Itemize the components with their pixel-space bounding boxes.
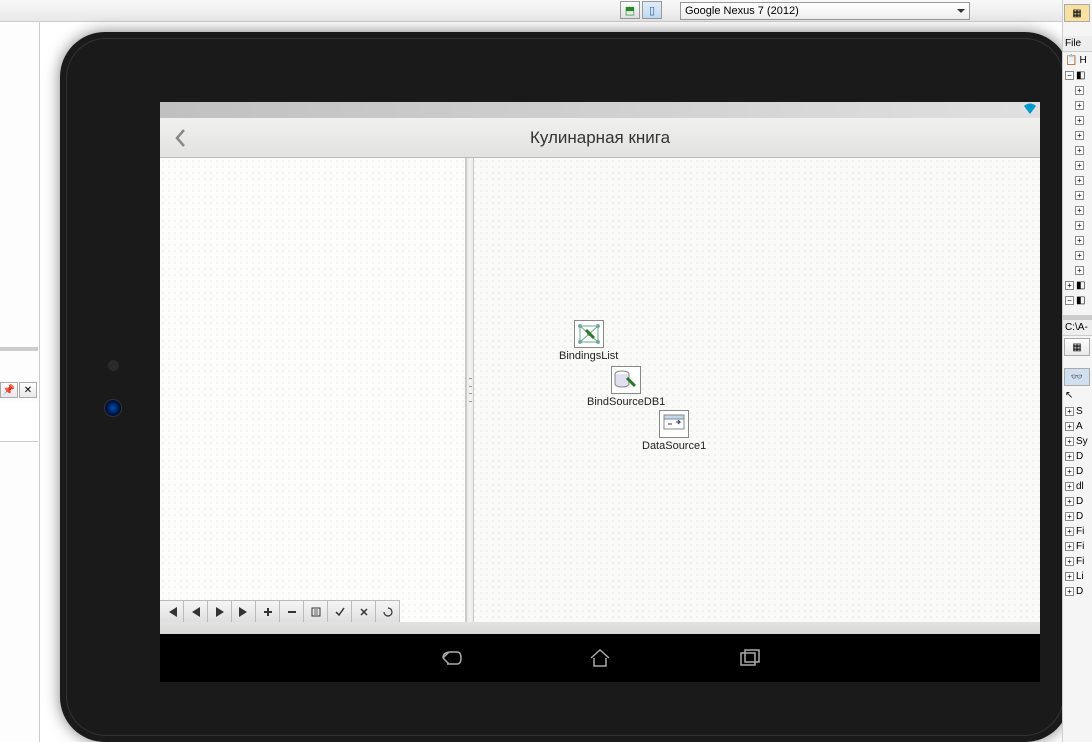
tree-item[interactable]: +◧ xyxy=(1063,278,1092,293)
app-header: Кулинарная книга xyxy=(160,118,1040,158)
android-home-button[interactable] xyxy=(585,643,615,673)
nav-delete-button[interactable] xyxy=(280,601,304,623)
tree-item[interactable]: +D xyxy=(1063,449,1092,464)
nav-edit-button[interactable] xyxy=(304,601,328,623)
path-label: C:\A- xyxy=(1063,319,1092,336)
tree-item[interactable]: + xyxy=(1063,128,1092,143)
tree-item[interactable]: +Li xyxy=(1063,569,1092,584)
nav-post-button[interactable] xyxy=(328,601,352,623)
tree-item[interactable]: + xyxy=(1063,188,1092,203)
tree-item[interactable]: +Fi xyxy=(1063,554,1092,569)
tree-item[interactable]: +D xyxy=(1063,509,1092,524)
right-detail-pane[interactable]: BindingsList BindSourceDB1 DataSource1 xyxy=(474,158,1040,622)
device-sensor-icon xyxy=(108,360,119,371)
left-list-pane[interactable] xyxy=(160,158,466,622)
tree-item[interactable]: +S xyxy=(1063,404,1092,419)
device-selector-dropdown[interactable]: Google Nexus 7 (2012) xyxy=(680,2,970,20)
rs-tool-icon-1[interactable]: ▦ xyxy=(1064,4,1090,22)
tree-item[interactable]: + xyxy=(1063,83,1092,98)
device-screen: Кулинарная книга xyxy=(160,102,1040,682)
bindings-list-component[interactable]: BindingsList xyxy=(559,320,618,362)
nav-prev-button[interactable] xyxy=(184,601,208,623)
component-label: BindSourceDB1 xyxy=(587,396,665,408)
tree-cursor-item[interactable]: ↖ xyxy=(1063,388,1092,403)
close-panel-button[interactable]: ✕ xyxy=(19,382,37,398)
tree-item[interactable]: −◧ xyxy=(1063,68,1092,83)
bindings-list-icon xyxy=(574,320,604,348)
tree-item[interactable]: + xyxy=(1063,248,1092,263)
toolbar-icon-1[interactable]: ⬒ xyxy=(620,1,640,19)
nav-next-button[interactable] xyxy=(208,601,232,623)
device-camera-icon xyxy=(104,399,122,417)
android-recent-button[interactable] xyxy=(735,643,765,673)
tree-item[interactable]: + xyxy=(1063,173,1092,188)
left-dock-panel: 📌 ✕ xyxy=(0,22,40,742)
tree-item[interactable]: +D xyxy=(1063,584,1092,599)
tree-item[interactable]: +D xyxy=(1063,464,1092,479)
tree-item[interactable]: +dl xyxy=(1063,479,1092,494)
tree-item[interactable]: + xyxy=(1063,98,1092,113)
form-designer-area: Кулинарная книга xyxy=(40,22,1062,742)
device-selector-value: Google Nexus 7 (2012) xyxy=(685,5,799,17)
tree-item[interactable]: −◧ xyxy=(1063,293,1092,308)
nav-insert-button[interactable] xyxy=(256,601,280,623)
wifi-icon xyxy=(1023,103,1037,115)
tree-item[interactable]: +A xyxy=(1063,419,1092,434)
left-panel-blank xyxy=(0,402,38,442)
back-button[interactable] xyxy=(160,118,200,158)
nav-last-button[interactable] xyxy=(232,601,256,623)
component-label: BindingsList xyxy=(559,350,618,362)
tree-item[interactable]: +Sy xyxy=(1063,434,1092,449)
rs-search-icon[interactable]: 👓 xyxy=(1064,368,1090,386)
nav-refresh-button[interactable] xyxy=(376,601,400,623)
file-panel-header[interactable]: File xyxy=(1063,36,1092,52)
tree-item[interactable]: +Fi xyxy=(1063,539,1092,554)
tree-item[interactable]: +Fi xyxy=(1063,524,1092,539)
app-footer-strip xyxy=(160,622,1040,634)
tree-item[interactable]: + xyxy=(1063,263,1092,278)
tree-item[interactable]: 📋H xyxy=(1063,53,1092,68)
model-tree[interactable]: 📋H −◧ + + + + + + + + + + + + + +◧ −◧ xyxy=(1063,52,1092,309)
app-title: Кулинарная книга xyxy=(200,128,1000,148)
tree-item[interactable]: + xyxy=(1063,158,1092,173)
tree-item[interactable]: + xyxy=(1063,203,1092,218)
chevron-left-icon xyxy=(174,128,186,148)
top-toolbar: ⬒ ▯ Google Nexus 7 (2012) xyxy=(0,0,1092,22)
android-nav-bar xyxy=(160,634,1040,682)
dropdown-arrow-icon xyxy=(957,9,965,13)
nav-cancel-button[interactable] xyxy=(352,601,376,623)
tree-item[interactable]: + xyxy=(1063,233,1092,248)
pin-button[interactable]: 📌 xyxy=(0,382,18,398)
left-panel-separator[interactable] xyxy=(0,347,38,351)
data-source-icon xyxy=(659,410,689,438)
tree-item[interactable]: + xyxy=(1063,143,1092,158)
bind-source-db-component[interactable]: BindSourceDB1 xyxy=(587,366,665,408)
device-frame: Кулинарная книга xyxy=(60,32,1070,742)
tree-item[interactable]: +D xyxy=(1063,494,1092,509)
rs-tool-icon-2[interactable]: ▦ xyxy=(1064,338,1090,356)
bind-source-db-icon xyxy=(611,366,641,394)
tree-item[interactable]: + xyxy=(1063,113,1092,128)
data-source-component[interactable]: DataSource1 xyxy=(642,410,706,452)
tree-item[interactable]: + xyxy=(1063,218,1092,233)
right-sidebar: ▦ File 📋H −◧ + + + + + + + + + + + + + +… xyxy=(1062,0,1092,742)
component-label: DataSource1 xyxy=(642,440,706,452)
android-back-button[interactable] xyxy=(435,643,465,673)
android-status-bar xyxy=(160,102,1040,118)
nav-first-button[interactable] xyxy=(160,601,184,623)
db-navigator xyxy=(160,600,400,622)
splitter[interactable] xyxy=(466,158,474,622)
form-content[interactable]: BindingsList BindSourceDB1 DataSource1 xyxy=(160,158,1040,622)
class-tree[interactable]: +S +A +Sy +D +D +dl +D +D +Fi +Fi +Fi +L… xyxy=(1063,403,1092,600)
toolbar-icon-2[interactable]: ▯ xyxy=(642,1,662,19)
